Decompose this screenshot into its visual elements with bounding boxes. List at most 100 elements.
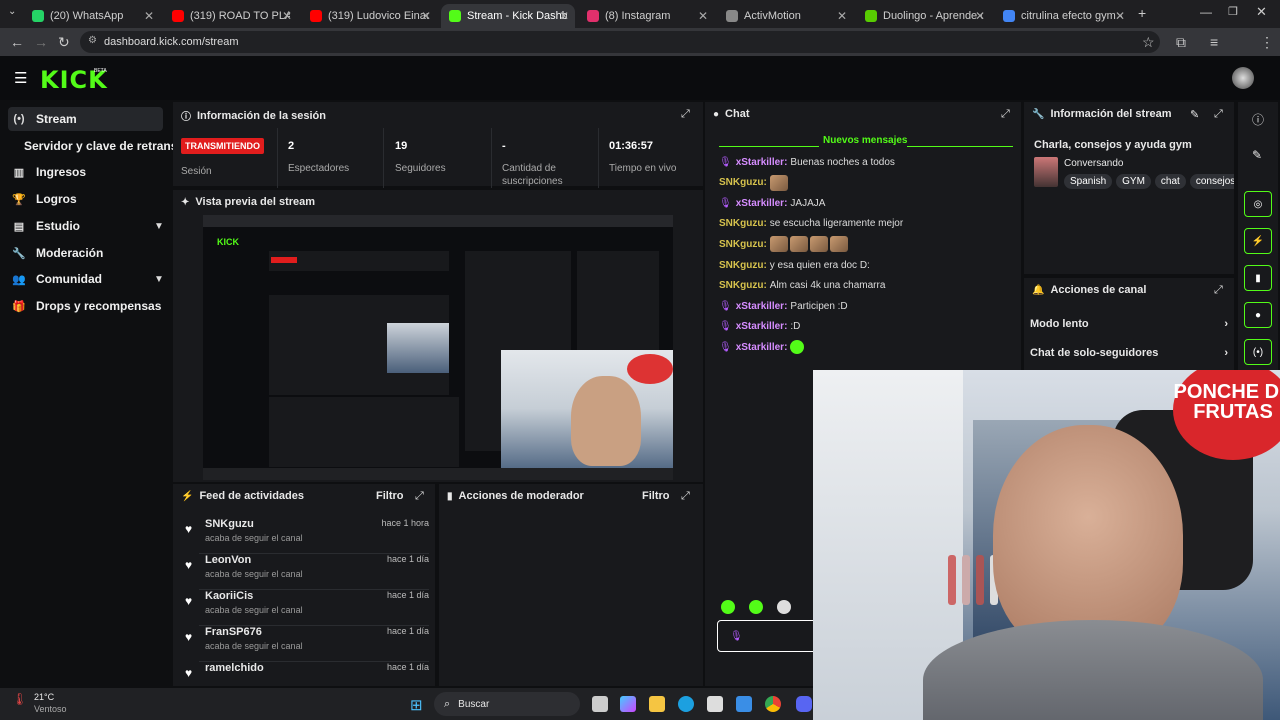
- close-tab-icon[interactable]: ✕: [559, 9, 569, 23]
- expand-icon[interactable]: ⤢: [681, 108, 690, 121]
- chevron-down-icon[interactable]: ▼: [154, 274, 164, 285]
- sidebar-item-ingresos[interactable]: ▥ Ingresos: [8, 160, 163, 184]
- sidebar-item-comunidad[interactable]: 👥 Comunidad ▼: [8, 267, 164, 291]
- forward-icon[interactable]: →: [34, 34, 48, 50]
- emote-button[interactable]: [721, 600, 735, 614]
- bookmark-star-icon[interactable]: ☆: [1142, 34, 1155, 51]
- feed-item[interactable]: ♥ KaoriiCis acaba de seguir el canal hace 1…: [179, 590, 429, 626]
- minimize-button[interactable]: —: [1200, 5, 1212, 19]
- weather-temp[interactable]: 21°C: [34, 692, 54, 702]
- chat-username[interactable]: xStarkiller:: [736, 342, 788, 353]
- sidebar-item-logros[interactable]: 🏆 Logros: [8, 187, 163, 211]
- chat-username[interactable]: SNKguzu:: [719, 260, 767, 271]
- task-view-icon[interactable]: [592, 696, 608, 712]
- close-window-button[interactable]: ✕: [1256, 4, 1267, 20]
- chat-username[interactable]: SNKguzu:: [719, 177, 767, 188]
- edge-icon[interactable]: [678, 696, 694, 712]
- sidebar-item-estudio[interactable]: ▤ Estudio ▼: [8, 214, 164, 238]
- new-tab-button[interactable]: +: [1138, 5, 1146, 21]
- chat-message[interactable]: SNKguzu: y esa quien era doc D:: [719, 257, 870, 273]
- chat-message[interactable]: 🎙 xStarkiller::D: [719, 319, 800, 335]
- taskbar-search[interactable]: ⌕ Buscar: [434, 692, 580, 716]
- chat-username[interactable]: xStarkiller:: [736, 198, 788, 209]
- rail-button-lightning[interactable]: ⚡: [1244, 228, 1272, 254]
- tab-2[interactable]: (319) Ludovico Einaudi✕: [302, 4, 437, 28]
- reload-icon[interactable]: ↻: [58, 34, 70, 51]
- media-control-icon[interactable]: ≡: [1210, 34, 1218, 50]
- windows-start-icon[interactable]: ⊞: [410, 696, 423, 714]
- feed-item[interactable]: ♥ SNKguzu acaba de seguir el canal hace 1 h…: [179, 518, 429, 554]
- tab-0[interactable]: (20) WhatsApp ✕: [24, 4, 160, 28]
- feed-item[interactable]: ♥ LeonVon acaba de seguir el canal hace 1 d…: [179, 554, 429, 590]
- feed-item[interactable]: ♥ ramelchido hace 1 día: [179, 662, 429, 686]
- chat-message[interactable]: SNKguzu: Alm casi 4k una chamarra: [719, 278, 885, 294]
- rail-button-broadcast[interactable]: (•): [1244, 339, 1272, 365]
- pencil-icon[interactable]: ✎: [1252, 148, 1262, 162]
- copilot-icon[interactable]: [620, 696, 636, 712]
- extensions-icon[interactable]: ⧉: [1176, 34, 1186, 51]
- tab-1[interactable]: (319) ROAD TO PLAYOFFS✕: [164, 4, 298, 28]
- rail-button-screen[interactable]: ◎: [1244, 191, 1272, 217]
- hamburger-menu-icon[interactable]: ☰: [14, 69, 27, 87]
- tab-3[interactable]: Stream - Kick Dashbo ✕: [441, 4, 575, 28]
- url-input[interactable]: ⚙ dashboard.kick.com/stream: [80, 31, 1160, 53]
- close-tab-icon[interactable]: ✕: [421, 9, 431, 23]
- chat-message[interactable]: 🎙 xStarkiller: Participen :D: [719, 298, 848, 314]
- back-icon[interactable]: ←: [10, 34, 24, 50]
- expand-icon[interactable]: ⤢: [1214, 284, 1223, 297]
- chat-username[interactable]: SNKguzu:: [719, 239, 767, 250]
- emote-button[interactable]: [777, 600, 791, 614]
- rail-button-mod[interactable]: ▮: [1244, 265, 1272, 291]
- chat-message[interactable]: SNKguzu:: [719, 236, 850, 253]
- sidebar-item-moderacion[interactable]: 🔧 Moderación: [8, 241, 163, 265]
- sidebar-item-drops[interactable]: 🎁 Drops y recompensas: [8, 294, 163, 318]
- close-tab-icon[interactable]: ✕: [144, 9, 154, 23]
- expand-icon[interactable]: ⤢: [415, 490, 424, 503]
- expand-icon[interactable]: ⤢: [681, 490, 690, 503]
- chevron-down-icon[interactable]: ▼: [154, 221, 164, 232]
- user-avatar[interactable]: [1232, 67, 1254, 89]
- feed-filter-button[interactable]: Filtro: [376, 490, 404, 502]
- tab-search-icon[interactable]: ⌄: [8, 6, 16, 17]
- chat-message[interactable]: SNKguzu: se escucha ligeramente mejor: [719, 216, 903, 232]
- tab-5[interactable]: ActivMotion ✕: [718, 4, 853, 28]
- tab-6[interactable]: Duolingo - Aprende con✕: [857, 4, 991, 28]
- close-tab-icon[interactable]: ✕: [698, 9, 708, 23]
- close-tab-icon[interactable]: ✕: [282, 9, 292, 23]
- emote-button[interactable]: [749, 600, 763, 614]
- tab-4[interactable]: (8) Instagram ✕: [579, 4, 714, 28]
- slow-mode-row[interactable]: Modo lento ›: [1030, 312, 1228, 336]
- chat-username[interactable]: SNKguzu:: [719, 218, 767, 229]
- chat-message[interactable]: SNKguzu:: [719, 174, 790, 191]
- stream-preview-video[interactable]: KICK: [203, 215, 673, 480]
- chat-message[interactable]: 🎙 xStarkiller: Buenas noches a todos: [719, 154, 895, 170]
- close-tab-icon[interactable]: ✕: [837, 9, 847, 23]
- close-tab-icon[interactable]: ✕: [1115, 9, 1125, 23]
- chat-username[interactable]: xStarkiller:: [736, 157, 788, 168]
- chrome-icon[interactable]: [765, 696, 781, 712]
- edit-pencil-icon[interactable]: ✎: [1190, 108, 1199, 121]
- store-icon[interactable]: [707, 696, 723, 712]
- mod-filter-button[interactable]: Filtro: [642, 490, 670, 502]
- file-explorer-icon[interactable]: [649, 696, 665, 712]
- rail-button-chat[interactable]: ●: [1244, 302, 1272, 328]
- chat-username[interactable]: xStarkiller:: [736, 301, 788, 312]
- chat-input[interactable]: 🎙: [717, 620, 817, 652]
- chat-message[interactable]: 🎙 xStarkiller:: [719, 339, 805, 355]
- expand-icon[interactable]: ⤢: [1214, 108, 1223, 121]
- chat-message[interactable]: 🎙 xStarkiller: JAJAJA: [719, 195, 825, 211]
- feed-item[interactable]: ♥ FranSP676 acaba de seguir el canal hace 1…: [179, 626, 429, 662]
- discord-icon[interactable]: [796, 696, 812, 712]
- sidebar-item-stream[interactable]: (•) Stream: [8, 107, 163, 131]
- sidebar-item-server-key[interactable]: Servidor y clave de retransmisión: [8, 134, 178, 158]
- info-icon[interactable]: ⓘ: [1252, 111, 1264, 128]
- chat-username[interactable]: xStarkiller:: [736, 321, 788, 332]
- browser-menu-icon[interactable]: ⋮: [1260, 34, 1274, 51]
- mail-icon[interactable]: [736, 696, 752, 712]
- site-info-icon[interactable]: ⚙: [88, 35, 97, 46]
- tab-7[interactable]: citrulina efecto gym - Bus✕: [995, 4, 1131, 28]
- restore-button[interactable]: ❐: [1228, 5, 1238, 18]
- expand-icon[interactable]: ⤢: [1001, 108, 1010, 121]
- close-tab-icon[interactable]: ✕: [975, 9, 985, 23]
- followers-only-row[interactable]: Chat de solo-seguidores ›: [1030, 341, 1228, 365]
